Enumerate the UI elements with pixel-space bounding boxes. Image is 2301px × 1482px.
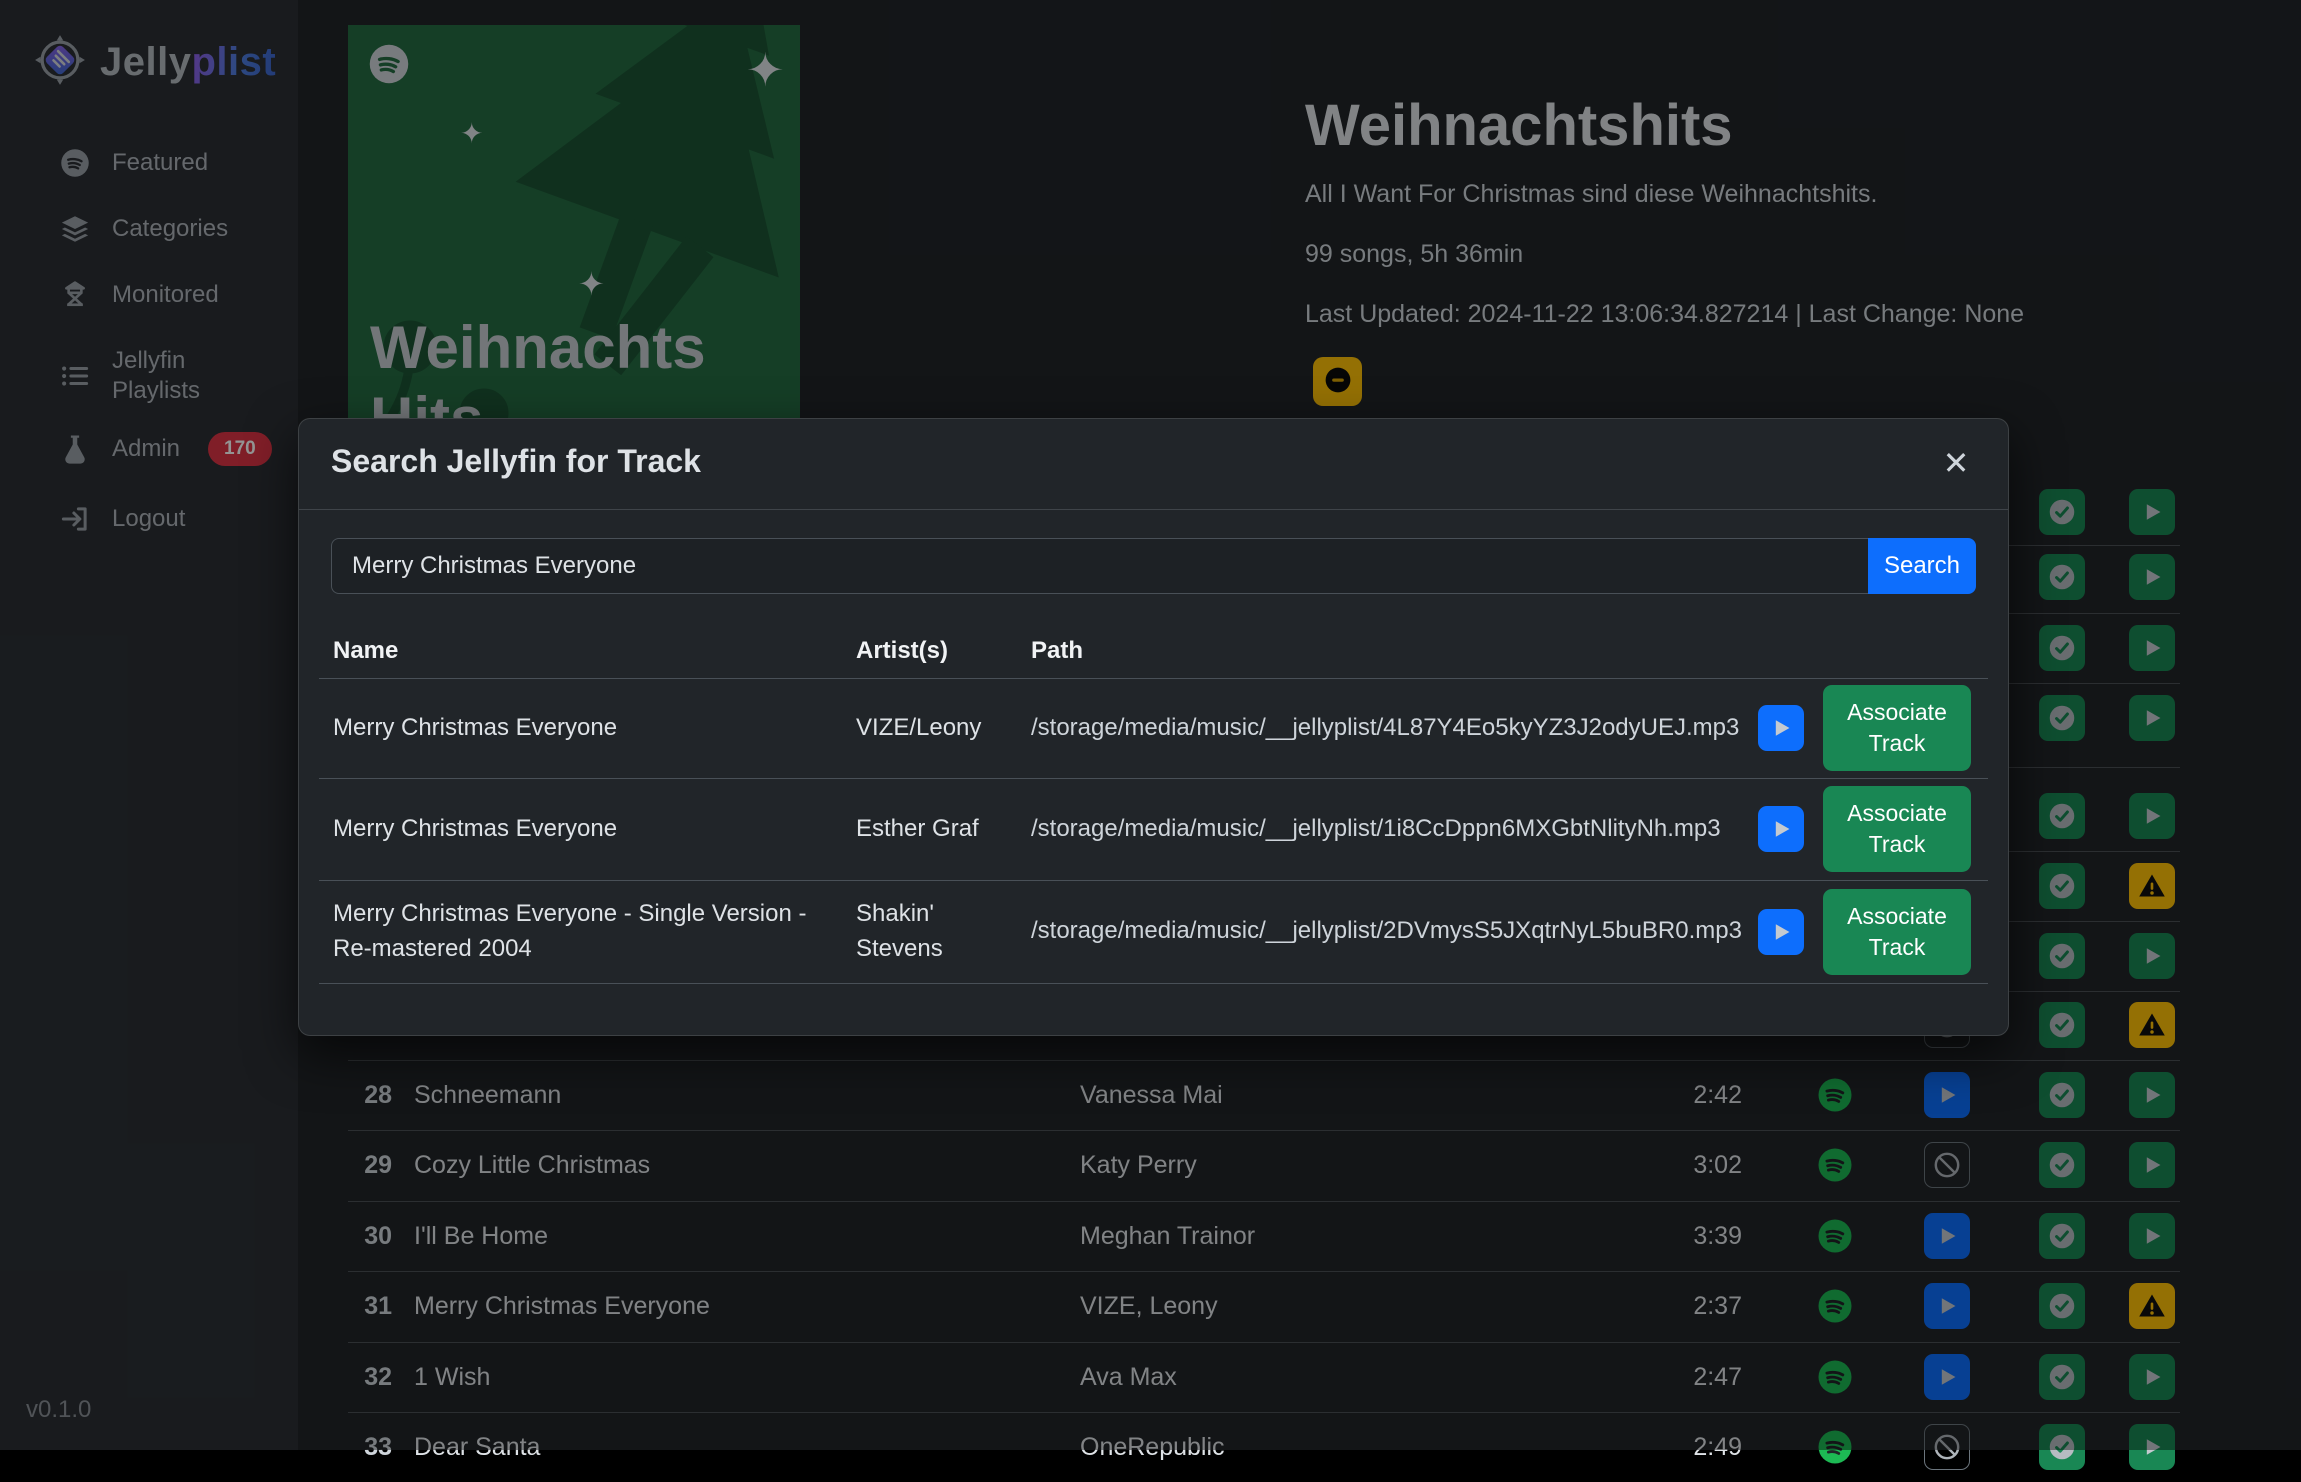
close-icon[interactable]: ✕ — [1934, 441, 1978, 485]
modal-title: Search Jellyfin for Track — [331, 443, 701, 480]
column-header-name: Name — [333, 637, 398, 665]
play-icon — [1768, 816, 1794, 842]
result-name: Merry Christmas Everyone — [333, 778, 813, 880]
search-result-row: Merry Christmas Everyone - Single Versio… — [299, 880, 2008, 983]
search-group: Search — [331, 538, 1976, 594]
search-button[interactable]: Search — [1868, 538, 1976, 594]
result-divider — [319, 983, 1988, 984]
result-path: /storage/media/music/__jellyplist/1i8CcD… — [1031, 778, 1731, 880]
search-result-row: Merry Christmas Everyone VIZE/Leony/stora… — [299, 678, 2008, 778]
result-path: /storage/media/music/__jellyplist/2DVmys… — [1031, 880, 1731, 983]
result-play-button[interactable] — [1758, 909, 1804, 955]
column-header-artists: Artist(s) — [856, 637, 948, 665]
search-jellyfin-modal: Search Jellyfin for Track ✕ Search Name … — [298, 418, 2009, 1036]
result-artists: Esther Graf — [856, 778, 1011, 880]
column-header-path: Path — [1031, 637, 1083, 665]
play-icon — [1768, 715, 1794, 741]
result-name: Merry Christmas Everyone — [333, 678, 813, 778]
associate-track-button[interactable]: Associate Track — [1823, 888, 1971, 974]
result-name: Merry Christmas Everyone - Single Versio… — [333, 880, 813, 983]
play-icon — [1768, 919, 1794, 945]
modal-header: Search Jellyfin for Track ✕ — [299, 419, 2008, 510]
result-path: /storage/media/music/__jellyplist/4L87Y4… — [1031, 678, 1731, 778]
associate-track-button[interactable]: Associate Track — [1823, 786, 1971, 872]
associate-track-button[interactable]: Associate Track — [1823, 685, 1971, 771]
search-result-row: Merry Christmas Everyone Esther Graf/stor… — [299, 778, 2008, 880]
track-search-input[interactable] — [331, 538, 1868, 594]
result-artists: VIZE/Leony — [856, 678, 1011, 778]
result-artists: Shakin' Stevens — [856, 880, 1011, 983]
result-play-button[interactable] — [1758, 806, 1804, 852]
result-play-button[interactable] — [1758, 705, 1804, 751]
